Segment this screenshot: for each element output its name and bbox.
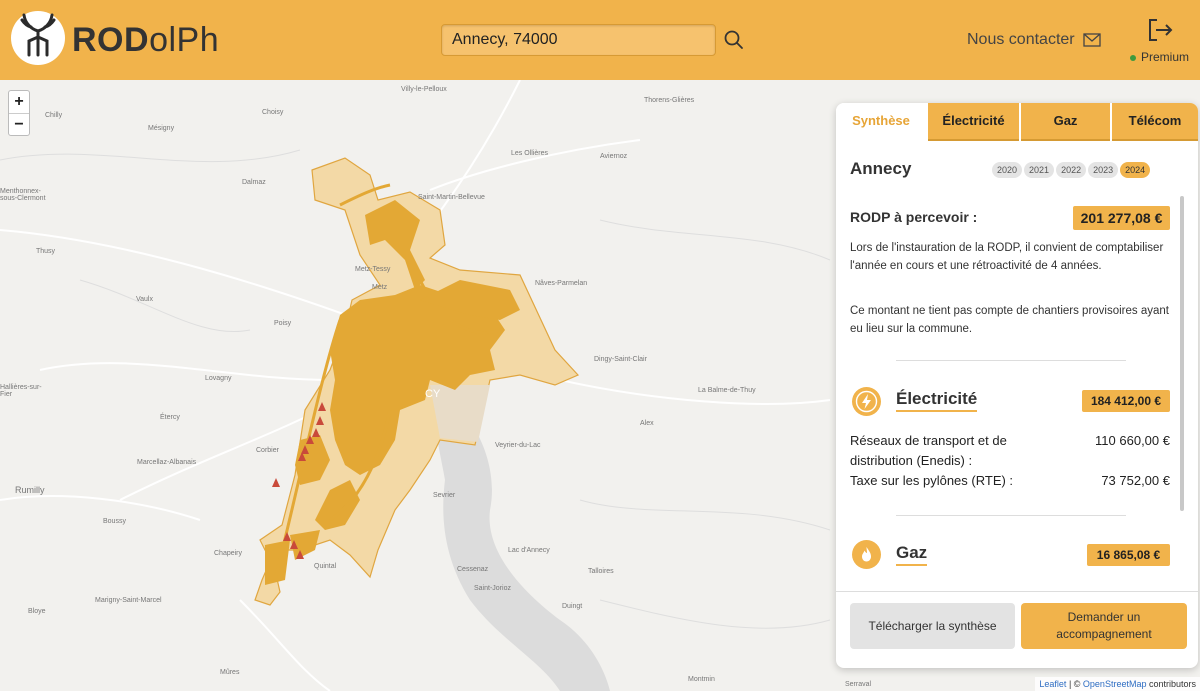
place-label: Veyrier-du-Lac xyxy=(495,442,541,449)
search-icon[interactable] xyxy=(723,29,745,51)
place-label: Thusy xyxy=(36,248,56,255)
year-selector: 2020 2021 2022 2023 2024 xyxy=(992,160,1152,178)
place-label: Saint-Martin-Bellevue xyxy=(418,194,485,201)
logout-icon[interactable] xyxy=(1147,18,1173,42)
gaz-amount-badge: 16 865,08 € xyxy=(1087,544,1170,566)
tab-electricite[interactable]: Électricité xyxy=(928,103,1019,141)
place-label: Boussy xyxy=(103,518,126,525)
enedis-value: 110 660,00 € xyxy=(1095,433,1170,448)
place-label: Villy-le-Pelloux xyxy=(401,86,447,93)
tab-synthese[interactable]: Synthèse xyxy=(836,103,926,141)
panel-footer: Télécharger la synthèse Demander un acco… xyxy=(836,591,1198,668)
contact-link[interactable]: Nous contacter xyxy=(967,31,1075,49)
place-label: Duingt xyxy=(562,603,583,610)
place-label: La Balme-de-Thuy xyxy=(698,387,756,394)
year-2021-button[interactable]: 2021 xyxy=(1024,162,1055,178)
panel-scrollbar[interactable] xyxy=(1180,196,1184,511)
place-label: Menthonnex-sous-Clermont xyxy=(0,188,46,202)
place-label: Rumilly xyxy=(15,485,45,495)
place-label: Serraval xyxy=(845,681,872,688)
tab-telecom[interactable]: Télécom xyxy=(1112,103,1198,141)
place-label: Cessenaz xyxy=(457,566,489,573)
synthesis-panel: Synthèse Électricité Gaz Télécom Annecy … xyxy=(836,103,1198,668)
rodp-label: RODP à percevoir : xyxy=(850,209,978,225)
panel-tabs: Synthèse Électricité Gaz Télécom xyxy=(836,103,1198,141)
info-paragraph: Ce montant ne tient pas compte de chanti… xyxy=(850,305,1169,335)
leaflet-link[interactable]: Leaflet xyxy=(1039,679,1066,689)
rte-label: Taxe sur les pylônes (RTE) : xyxy=(850,473,1014,488)
place-label: Chilly xyxy=(45,112,63,119)
lightning-icon xyxy=(852,387,881,416)
place-label: Nâves-Parmelan xyxy=(535,280,588,287)
place-label: Chapeiry xyxy=(214,550,243,557)
place-label: Metz-Tessy xyxy=(355,266,391,273)
place-label: Les Ollières xyxy=(511,150,548,157)
year-2022-button[interactable]: 2022 xyxy=(1056,162,1087,178)
place-label: Lac d'Annecy xyxy=(508,547,550,554)
place-label: Alex xyxy=(640,420,654,427)
download-synthesis-button[interactable]: Télécharger la synthèse xyxy=(850,603,1015,649)
place-label: Dingy-Saint-Clair xyxy=(594,356,647,363)
place-label: Saint-Jorioz xyxy=(474,585,511,592)
place-label: Thorens-Glières xyxy=(644,97,695,104)
electricite-title[interactable]: Électricité xyxy=(896,389,978,412)
place-label: Poisy xyxy=(274,320,292,327)
year-2020-button[interactable]: 2020 xyxy=(992,162,1023,178)
panel-content[interactable]: Annecy 2020 2021 2022 2023 2024 RODP à perce… xyxy=(836,141,1198,591)
zoom-control: + − xyxy=(8,90,30,136)
premium-status: Premium xyxy=(1130,50,1189,64)
zoom-out-button[interactable]: − xyxy=(9,113,29,135)
place-label: Lovagny xyxy=(205,375,232,382)
divider xyxy=(896,360,1126,361)
osm-link[interactable]: OpenStreetMap xyxy=(1083,679,1147,689)
place-label: Vaulx xyxy=(136,296,153,303)
status-dot-icon xyxy=(1130,54,1136,61)
request-support-button[interactable]: Demander un accompagnement xyxy=(1021,603,1187,649)
divider xyxy=(896,515,1126,516)
place-label: Mûres xyxy=(220,669,240,676)
place-label: Choisy xyxy=(262,109,284,116)
rodp-amount-badge: 201 277,08 € xyxy=(1073,206,1170,230)
flame-icon xyxy=(852,540,881,569)
place-label: Corbier xyxy=(256,447,279,454)
place-label: Montmin xyxy=(688,676,715,683)
place-label: Étercy xyxy=(160,414,180,421)
search-input[interactable] xyxy=(441,24,716,56)
place-label: Quintal xyxy=(314,563,337,570)
place-label: Bloye xyxy=(28,608,46,615)
place-label: Marcellaz-Albanais xyxy=(137,459,197,466)
enedis-label: Réseaux de transport et de distribution … xyxy=(850,433,1007,468)
logo-text: RODolPh xyxy=(72,21,220,59)
place-label: CY xyxy=(425,388,441,400)
place-label: Sevrier xyxy=(433,492,456,499)
place-label: Dalmaz xyxy=(242,179,266,186)
place-label: Mésigny xyxy=(148,125,175,132)
zoom-in-button[interactable]: + xyxy=(9,91,29,113)
place-label: Marigny-Saint-Marcel xyxy=(95,597,162,604)
city-title: Annecy xyxy=(850,159,912,178)
rte-value: 73 752,00 € xyxy=(1101,473,1170,488)
map-attribution: Leaflet | © OpenStreetMap contributors xyxy=(1035,677,1200,691)
place-label: Hallières-sur-Fier xyxy=(0,384,42,398)
electricite-amount-badge: 184 412,00 € xyxy=(1082,390,1170,412)
year-2024-button[interactable]: 2024 xyxy=(1120,162,1151,178)
place-label: Talloires xyxy=(588,568,614,575)
mail-icon[interactable] xyxy=(1083,33,1101,47)
logo-deer-icon[interactable] xyxy=(11,11,65,65)
place-label: Metz xyxy=(372,284,388,291)
year-2023-button[interactable]: 2023 xyxy=(1088,162,1119,178)
place-label: Aviernoz xyxy=(600,153,628,160)
gaz-title[interactable]: Gaz xyxy=(896,543,928,566)
info-paragraph: Lors de l'instauration de la RODP, il co… xyxy=(850,242,1164,272)
tab-gaz[interactable]: Gaz xyxy=(1021,103,1110,141)
header: RODolPh Nous contacter Premium xyxy=(0,0,1200,80)
